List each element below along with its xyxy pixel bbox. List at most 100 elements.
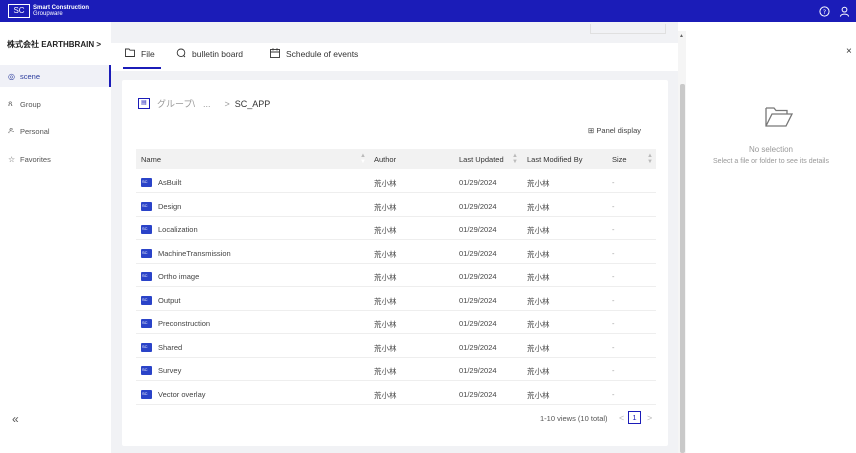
last-modified-by-cell: 荒小林 — [527, 273, 550, 282]
sidebar-item-group[interactable]: ጸ Group — [0, 93, 111, 115]
last-updated-cell: 01/29/2024 — [459, 225, 497, 234]
size-cell: - — [612, 178, 615, 187]
file-name[interactable]: MachineTransmission — [158, 249, 231, 258]
breadcrumb-ellipsis[interactable]: ... — [203, 99, 211, 109]
shared-folder-icon — [141, 342, 152, 352]
size-cell: - — [612, 248, 615, 258]
panel-display-label: Panel display — [596, 126, 642, 135]
sort-icon[interactable]: ▲ ▼ — [647, 153, 653, 165]
user-icon[interactable] — [836, 3, 852, 19]
sort-icon[interactable]: ▲ ▼ — [512, 153, 518, 165]
column-header-last-modified-by[interactable]: Last Modified By — [527, 155, 582, 164]
group-folder-icon: ▤ — [138, 98, 150, 109]
last-updated-cell: 01/29/2024 — [459, 389, 497, 399]
calendar-icon — [270, 48, 280, 60]
last-updated-cell: 01/29/2024 — [459, 248, 497, 258]
last-modified-by-cell: 荒小林 — [527, 320, 550, 329]
last-updated-cell: 01/29/2024 — [459, 295, 497, 305]
sidebar-item-personal[interactable]: ዶ Personal — [0, 120, 111, 142]
file-name[interactable]: AsBuilt — [158, 178, 181, 187]
top-bar-actions: ? — [812, 3, 852, 19]
file-name[interactable]: Ortho image — [158, 272, 199, 281]
author-cell: 荒小林 — [374, 226, 397, 235]
page-1-button[interactable]: 1 — [628, 411, 641, 424]
shared-folder-icon — [141, 178, 152, 187]
sidebar-item-label: Personal — [20, 126, 50, 136]
shared-folder-icon — [141, 225, 152, 234]
app-logo[interactable]: SC Smart Construction Groupware — [8, 4, 89, 18]
column-header-author[interactable]: Author — [374, 155, 396, 164]
author-cell: 荒小林 — [374, 367, 397, 376]
pagination-summary: 1-10 views (10 total) — [540, 414, 608, 423]
author-cell: 荒小林 — [374, 202, 397, 212]
last-updated-cell: 01/29/2024 — [459, 342, 497, 352]
open-folder-icon — [765, 106, 794, 130]
shared-folder-icon — [141, 272, 152, 281]
breadcrumb-current: SC_APP — [234, 98, 271, 109]
map-pin-icon: ◎ — [8, 71, 15, 81]
file-name[interactable]: Vector overlay — [158, 390, 206, 399]
shared-folder-icon — [141, 389, 152, 399]
scrolled-toolbar-remnant — [590, 24, 666, 34]
column-header-last-updated[interactable]: Last Updated — [459, 155, 504, 164]
chat-icon — [176, 48, 186, 60]
last-modified-by-cell: 荒小林 — [527, 249, 550, 259]
file-name[interactable]: Preconstruction — [158, 319, 210, 328]
breadcrumb-separator: > — [224, 98, 230, 109]
tab-file[interactable]: File — [125, 48, 155, 59]
tab-bulletin-board[interactable]: bulletin board — [176, 48, 243, 60]
size-cell: - — [612, 272, 615, 281]
sort-icon[interactable]: ▲ ▼ — [360, 153, 366, 165]
tab-schedule-of-events[interactable]: Schedule of events — [270, 48, 358, 60]
scroll-up-arrow-icon[interactable]: ▲ — [679, 33, 684, 39]
author-cell: 荒小林 — [374, 320, 397, 329]
sidebar-item-label: Favorites — [20, 154, 51, 164]
author-cell: 荒小林 — [374, 179, 397, 188]
last-modified-by-cell: 荒小林 — [527, 390, 550, 400]
shared-folder-icon — [141, 295, 152, 305]
breadcrumb-root[interactable]: グループ\ — [157, 97, 195, 110]
file-name[interactable]: Localization — [158, 225, 198, 234]
file-name[interactable]: Survey — [158, 366, 181, 375]
breadcrumb: ▤ グループ\ ... > SC_APP — [138, 97, 270, 110]
author-cell: 荒小林 — [374, 343, 397, 353]
sidebar-item-scene[interactable]: ◎ scene — [0, 65, 111, 87]
file-name[interactable]: Design — [158, 202, 181, 211]
sidebar-item-label: scene — [20, 71, 41, 81]
logo-mark-icon: SC — [8, 4, 30, 18]
sidebar-item-favorites[interactable]: ☆ Favorites — [0, 148, 111, 170]
last-modified-by-cell: 荒小林 — [527, 179, 550, 188]
last-updated-cell: 01/29/2024 — [459, 201, 497, 211]
last-modified-by-cell: 荒小林 — [527, 343, 550, 353]
no-selection-hint: Select a file or folder to see its detai… — [713, 158, 829, 165]
collapse-sidebar-button[interactable]: « — [12, 412, 19, 426]
last-updated-cell: 01/29/2024 — [459, 272, 497, 281]
size-cell: - — [612, 366, 615, 375]
size-cell: - — [612, 295, 615, 305]
panel-display-button[interactable]: ⊞ Panel display — [588, 126, 641, 135]
details-panel — [686, 22, 856, 453]
group-icon: ጸ — [8, 99, 13, 108]
column-header-size[interactable]: Size — [612, 155, 627, 164]
tab-label: File — [141, 48, 155, 59]
size-cell: - — [612, 389, 615, 399]
tab-label: Schedule of events — [286, 49, 359, 59]
grid-icon: ⊞ — [588, 126, 595, 135]
active-tab-indicator — [123, 67, 161, 69]
logo-line2: Groupware — [33, 11, 63, 17]
main-scrollbar-thumb[interactable] — [680, 84, 685, 453]
next-page-button[interactable]: > — [647, 413, 652, 423]
prev-page-button[interactable]: < — [619, 413, 624, 423]
tab-label: bulletin board — [192, 49, 244, 59]
last-modified-by-cell: 荒小林 — [527, 296, 550, 306]
file-name[interactable]: Output — [158, 296, 181, 305]
file-name[interactable]: Shared — [158, 343, 182, 352]
help-circle-icon[interactable]: ? — [816, 3, 832, 19]
column-header-name[interactable]: Name — [141, 155, 161, 164]
last-updated-cell: 01/29/2024 — [459, 319, 497, 328]
svg-text:?: ? — [822, 7, 825, 15]
company-selector[interactable]: 株式会社 EARTHBRAIN > — [7, 39, 101, 50]
author-cell: 荒小林 — [374, 273, 397, 282]
close-panel-button[interactable]: × — [846, 46, 852, 57]
shared-folder-icon — [141, 319, 152, 328]
